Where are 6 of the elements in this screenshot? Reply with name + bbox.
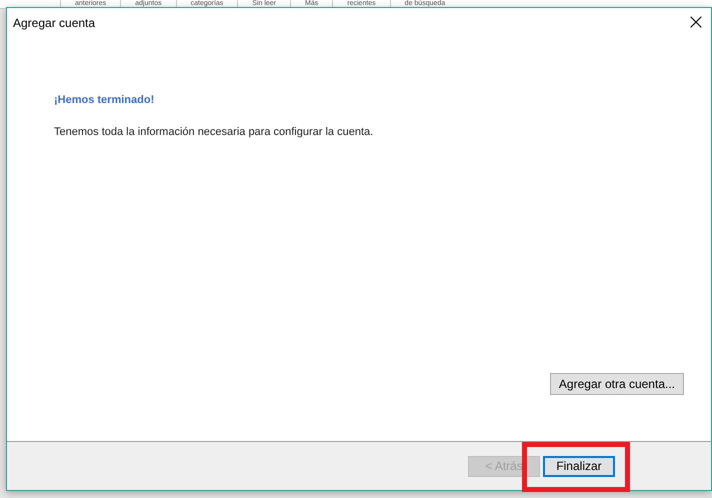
window-title: Agregar cuenta (13, 16, 96, 30)
finish-button[interactable]: Finalizar (543, 456, 615, 476)
close-button[interactable]: × (681, 12, 711, 34)
message: Tenemos toda la información necesaria para configurar la cuenta. (54, 126, 374, 138)
add-account-button[interactable]: Agregar otra cuenta... (550, 373, 684, 395)
heading: ¡Hemos terminado! (54, 94, 156, 106)
